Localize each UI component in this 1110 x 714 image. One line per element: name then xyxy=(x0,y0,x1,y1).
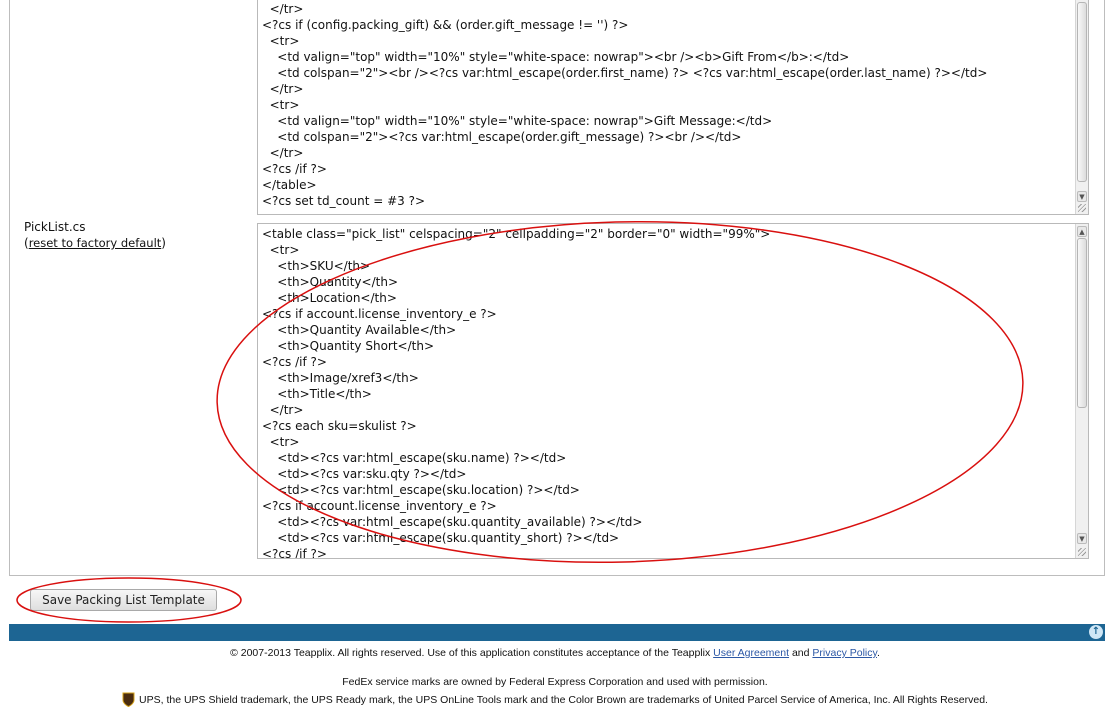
ups-notice-text: UPS, the UPS Shield trademark, the UPS R… xyxy=(139,694,988,706)
picklist-reset-wrapper: (reset to factory default) xyxy=(24,236,166,250)
fedex-notice: FedEx service marks are owned by Federal… xyxy=(342,676,768,688)
scrollbar-thumb[interactable] xyxy=(1077,238,1087,408)
user-agreement-link[interactable]: User Agreement xyxy=(713,647,789,659)
code-line: </table> xyxy=(262,178,317,192)
ups-notice-line: UPS, the UPS Shield trademark, the UPS R… xyxy=(0,692,1110,707)
scroll-down-arrow-icon[interactable]: ▼ xyxy=(1077,191,1087,202)
paren-close: ) xyxy=(161,236,166,250)
code-line: <td valign="top" width="10%" style="whit… xyxy=(262,50,850,64)
code-line: </tr> xyxy=(262,403,304,417)
picklist-template-editor[interactable]: <table class="pick_list" celspacing="2" … xyxy=(257,223,1089,559)
code-line: <th>Quantity Available</th> xyxy=(262,323,457,337)
code-line: <tr> xyxy=(262,34,300,48)
code-line: <th>Quantity</th> xyxy=(262,275,398,289)
code-line: <?cs /if ?> xyxy=(262,547,327,559)
editor-scrollbar[interactable]: ▲ ▼ xyxy=(1075,224,1088,558)
code-line: <td colspan="2"><?cs var:html_escape(ord… xyxy=(262,130,742,144)
code-line: <?cs if account.license_inventory_e ?> xyxy=(262,499,497,513)
code-line: <th>Location</th> xyxy=(262,291,397,305)
scroll-down-arrow-icon[interactable]: ▼ xyxy=(1077,533,1087,544)
code-line: <td><?cs var:html_escape(sku.quantity_sh… xyxy=(262,531,620,545)
editor-content[interactable]: </td> </tr><?cs if (config.packing_gift)… xyxy=(262,0,1072,209)
code-line: <td><?cs var:html_escape(sku.location) ?… xyxy=(262,483,580,497)
code-line: <tr> xyxy=(262,435,300,449)
code-line: </tr> xyxy=(262,146,304,160)
editor-content[interactable]: <table class="pick_list" celspacing="2" … xyxy=(262,226,1072,559)
code-line: <td><?cs var:sku.qty ?></td> xyxy=(262,467,467,481)
code-line: <?cs each sku=skulist ?> xyxy=(262,419,417,433)
scroll-up-arrow-icon[interactable]: ▲ xyxy=(1077,226,1087,237)
code-line: <tr> xyxy=(262,243,300,257)
resize-grip-icon[interactable] xyxy=(1078,204,1086,212)
code-line: <th>Quantity Short</th> xyxy=(262,339,435,353)
copyright-line: © 2007-2013 Teapplix. All rights reserve… xyxy=(0,647,1110,659)
code-line: <th>SKU</th> xyxy=(262,259,371,273)
privacy-policy-link[interactable]: Privacy Policy xyxy=(812,647,877,659)
and-text: and xyxy=(791,647,810,659)
reset-to-factory-default-link[interactable]: reset to factory default xyxy=(29,236,162,250)
code-line: <tr> xyxy=(262,98,300,112)
code-line: <th>Title</th> xyxy=(262,387,372,401)
footer-bar: ↑ xyxy=(9,624,1105,641)
code-line: <?cs /if ?> xyxy=(262,355,327,369)
code-line: <?cs /if ?> xyxy=(262,162,327,176)
code-line: <td valign="top" width="10%" style="whit… xyxy=(262,114,773,128)
editor-scrollbar[interactable]: ▼ xyxy=(1075,0,1088,214)
code-line: <?cs if (config.packing_gift) && (order.… xyxy=(262,18,629,32)
code-line: <?cs set td_count = #3 ?> xyxy=(262,194,426,208)
code-line: <?cs if account.license_inventory_e ?> xyxy=(262,307,497,321)
save-packing-list-template-button[interactable]: Save Packing List Template xyxy=(30,589,217,611)
scrollbar-thumb[interactable] xyxy=(1077,2,1087,182)
resize-grip-icon[interactable] xyxy=(1078,548,1086,556)
scroll-to-top-icon[interactable]: ↑ xyxy=(1089,625,1103,639)
packing-list-template-editor[interactable]: </td> </tr><?cs if (config.packing_gift)… xyxy=(257,0,1089,215)
code-line: <table class="pick_list" celspacing="2" … xyxy=(262,227,771,241)
copyright-text: © 2007-2013 Teapplix. All rights reserve… xyxy=(230,647,711,659)
code-line: <td><?cs var:html_escape(sku.quantity_av… xyxy=(262,515,643,529)
code-line: </tr> xyxy=(262,2,304,16)
picklist-label: PickList.cs xyxy=(24,220,86,234)
code-line: <th>Image/xref3</th> xyxy=(262,371,419,385)
period-text: . xyxy=(876,647,880,659)
code-line: <td colspan="2"><br /><?cs var:html_esca… xyxy=(262,66,988,80)
code-line: <td><?cs var:html_escape(sku.name) ?></t… xyxy=(262,451,567,465)
code-line: </tr> xyxy=(262,82,304,96)
ups-shield-icon xyxy=(122,692,135,707)
